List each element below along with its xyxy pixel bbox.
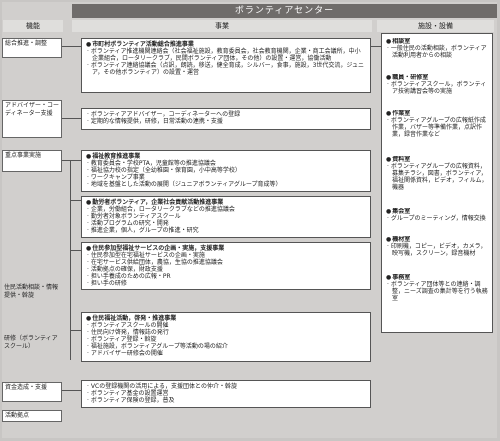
label-base: 活動拠点 bbox=[2, 410, 62, 422]
box-item: ボランティアアドバイザー，コーディネーターへの登録 bbox=[86, 111, 366, 118]
box-item: ボランティア登録・斡旋 bbox=[86, 336, 366, 343]
box-item: 住民参加型在宅福祉サービスの企画・実施 bbox=[86, 252, 366, 259]
connector bbox=[70, 330, 81, 331]
label-priority: 重点事業実施 bbox=[2, 150, 62, 172]
label-advisor: アドバイザー・コーディネーター支援 bbox=[2, 100, 62, 138]
connector bbox=[70, 250, 81, 251]
business-box-advisor: ボランティアアドバイザー，コーディネーターへの登録 定期的な情報提供，研修，日常… bbox=[81, 108, 371, 130]
facility-heading: 事務室 bbox=[386, 274, 490, 281]
box-item: アドバイザー研修会の開催 bbox=[86, 350, 366, 357]
label-info: 住民活動相談・情報提供・斡旋 bbox=[4, 284, 59, 299]
box-item: ボランティアスクールの開催 bbox=[86, 322, 366, 329]
facility-heading: 相談室 bbox=[386, 38, 490, 45]
column-header-facility: 施設・設備 bbox=[377, 20, 494, 32]
business-box-funds: VCの登録機関の活用による，支援団体との仲介・斡旋 ボランティア基金の設置運営 … bbox=[81, 380, 371, 408]
box-item: 福祉協力校の指定（全幼稚園・保育園，小中高等学校） bbox=[86, 167, 366, 174]
facility-heading: 作業室 bbox=[386, 110, 490, 117]
box-item: 福祉施設，ボランティアグループ等活動の場の紹介 bbox=[86, 343, 366, 350]
facility-item: 印刷機，コピー，ビデオ，カメラ，映写機，スクリーン，録音機材 bbox=[386, 243, 490, 257]
connector bbox=[62, 160, 81, 161]
connector bbox=[70, 200, 81, 201]
box-item: 勤労者対象ボランティアスクール bbox=[86, 213, 366, 220]
diagram-title: ボランティアセンター bbox=[72, 4, 497, 18]
label-training: 研修（ボランティアスクール） bbox=[4, 335, 58, 350]
box-item: 住民向け啓発，情報誌の発行 bbox=[86, 329, 366, 336]
business-box-workers: 勤労者ボランティア，企業社会貢献活動推進事業 企業，労働組合，ロータリークラブな… bbox=[81, 196, 371, 238]
box-heading: 福祉教育推進事業 bbox=[86, 153, 366, 160]
box-item: ボランティア連絡協議会（点訳，朗読，移送，健全育成，シルバー，食事，施設，3世代… bbox=[86, 62, 366, 76]
facility-meeting-room: 集会室 グループのミーティング，情報交換 bbox=[386, 208, 490, 232]
facility-work-room: 作業室 ボランティアグループの広報紙作成作業，バザー等準備作業，点訳作業，録音作… bbox=[386, 110, 490, 154]
box-item: 定期的な情報提供，研修，日常活動の連携・支援 bbox=[86, 118, 366, 125]
label-funds: 資金造成・支援 bbox=[2, 382, 62, 402]
box-item: 教育委員会・学校PTA，児童館等の推進協議会 bbox=[86, 160, 366, 167]
facility-heading: 資料室 bbox=[386, 156, 490, 163]
facility-reference-room: 資料室 ボランティアグループの広報資料，募集チラシ，図書，ボランティア，福祉関係… bbox=[386, 156, 490, 206]
facility-item: 一般住民の活動相談，ボランティア活動利用者からの相談 bbox=[386, 45, 490, 59]
facility-heading: 職員・研修室 bbox=[386, 74, 490, 81]
box-item: 地域を基盤とした活動の展開（ジュニアボランティアグループ育成等） bbox=[86, 181, 366, 188]
label-coordination: 総合推進・調整 bbox=[2, 38, 62, 58]
business-box-welfare-education: 福祉教育推進事業 教育委員会・学校PTA，児童館等の推進協議会 福祉協力校の指定… bbox=[81, 150, 371, 192]
connector bbox=[62, 118, 81, 119]
facility-equipment-room: 機材室 印刷機，コピー，ビデオ，カメラ，映写機，スクリーン，録音機材 bbox=[386, 236, 490, 272]
connector bbox=[62, 390, 81, 391]
facility-item: グループのミーティング，情報交換 bbox=[386, 215, 490, 222]
business-box-resident-services: 住民参加型福祉サービスの企画・実施，支援事業 住民参加型在宅福祉サービスの企画・… bbox=[81, 242, 371, 290]
box-item: 在宅サービス供給団体，農協，生協の推進協議会 bbox=[86, 259, 366, 266]
box-item: 活動プログラムの研究・開発 bbox=[86, 220, 366, 227]
connector bbox=[62, 46, 81, 47]
facility-office: 事務室 ボランティア団体等との連絡・調整，ニーズ調査の集計等を行う執務室 bbox=[386, 274, 490, 330]
box-item: VCの登録機関の活用による，支援団体との仲介・斡旋 bbox=[86, 383, 366, 390]
box-item: 活動拠点の確保，財政支援 bbox=[86, 266, 366, 273]
facility-heading: 機材室 bbox=[386, 236, 490, 243]
facility-item: ボランティアグループの広報資料，募集チラシ，図書，ボランティア，福祉関係資料，ビ… bbox=[386, 163, 490, 191]
box-heading: 住民参加型福祉サービスの企画・実施，支援事業 bbox=[86, 245, 366, 252]
box-item: ワークキャンプ事業 bbox=[86, 174, 366, 181]
facility-item: ボランティアスクール，ボランティア技術講習会等の実施 bbox=[386, 81, 490, 95]
connector bbox=[371, 46, 381, 47]
column-header-business: 事業 bbox=[72, 20, 372, 32]
business-box-coordination: 市町村ボランティア活動総合推進事業 ボランティア推進機関連絡会（社会福祉施設，教… bbox=[81, 38, 371, 93]
box-item: 担い手の研修 bbox=[86, 280, 366, 287]
facility-training-room: 職員・研修室 ボランティアスクール，ボランティア技術講習会等の実施 bbox=[386, 74, 490, 106]
box-item: ボランティア保険の登録，普及 bbox=[86, 397, 366, 404]
box-item: 企業，労働組合，ロータリークラブなどの推進協議会 bbox=[86, 206, 366, 213]
box-heading: 勤労者ボランティア，企業社会貢献活動推進事業 bbox=[86, 199, 366, 206]
facility-item: ボランティア団体等との連絡・調整，ニーズ調査の集計等を行う執務室 bbox=[386, 281, 490, 302]
facility-consultation-room: 相談室 一般住民の活動相談，ボランティア活動利用者からの相談 bbox=[386, 38, 490, 72]
business-box-resident-welfare: 住民福祉活動，啓発・推進事業 ボランティアスクールの開催 住民向け啓発，情報誌の… bbox=[81, 312, 371, 362]
box-heading: 住民福祉活動，啓発・推進事業 bbox=[86, 315, 366, 322]
box-heading: 市町村ボランティア活動総合推進事業 bbox=[86, 41, 366, 48]
facility-item: ボランティアグループの広報紙作成作業，バザー等準備作業，点訳作業，録音作業など bbox=[386, 117, 490, 138]
facilities-panel: 相談室 一般住民の活動相談，ボランティア活動利用者からの相談 職員・研修室 ボラ… bbox=[381, 33, 493, 333]
column-header-func: 機能 bbox=[3, 20, 63, 32]
facility-heading: 集会室 bbox=[386, 208, 490, 215]
box-item: 推進企業，個人，グループの推進・研究 bbox=[86, 227, 366, 234]
box-item: ボランティア推進機関連絡会（社会福祉施設，教育委員会，社会教育機関，企業・商工会… bbox=[86, 48, 366, 62]
box-item: 担い手養成のための広報・PR bbox=[86, 273, 366, 280]
box-item: ボランティア基金の設置運営 bbox=[86, 390, 366, 397]
